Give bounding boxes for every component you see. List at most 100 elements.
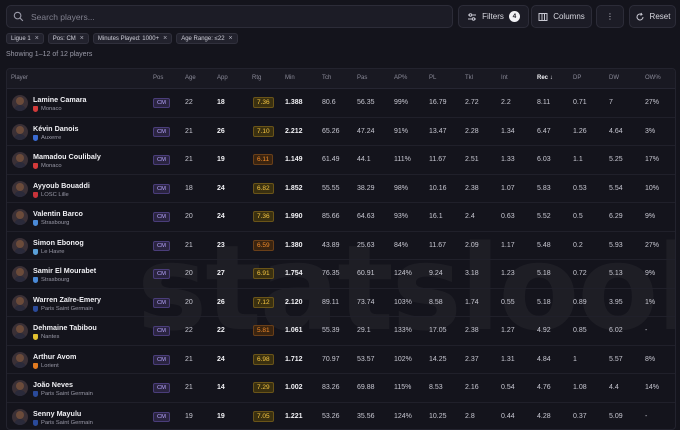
table-row[interactable]: Valentin Barco Strasbourg CM 7.36 20 24 1.990 8…: [7, 203, 675, 232]
close-icon[interactable]: ×: [163, 35, 167, 42]
player-name[interactable]: Senny Mayulu: [33, 409, 81, 418]
table-row[interactable]: Kévin Danois Auxerre CM 7.10 21 26 2.212 65.26 4…: [7, 118, 675, 146]
cell-app: 27: [217, 270, 225, 277]
header-pos[interactable]: Pos: [153, 75, 163, 81]
chip-label: Age Range: ≤22: [181, 35, 225, 42]
reset-icon: [636, 12, 644, 20]
club-name: Le Havre: [41, 248, 65, 255]
search-box[interactable]: [6, 5, 453, 28]
table-row[interactable]: Mamadou Coulibaly Monaco CM 6.11 21 19 1.149 61…: [7, 146, 675, 175]
player-avatar: [12, 323, 28, 339]
table-row[interactable]: Samir El Mourabet Strasbourg CM 6.91 20 27 1.7…: [7, 260, 675, 289]
player-club: Strasbourg: [33, 220, 69, 226]
filter-chip-position[interactable]: Pos: CM ×: [47, 33, 89, 44]
cell-ow: 10%: [645, 184, 660, 192]
header-player[interactable]: Player: [11, 75, 28, 81]
header-ow[interactable]: OW%: [645, 75, 661, 81]
cell-dp: 1.26: [573, 127, 587, 135]
player-club: LOSC Lille: [33, 191, 69, 198]
club-name: Nantes: [41, 334, 60, 340]
columns-button[interactable]: Columns: [531, 5, 592, 28]
chip-label: Minutes Played: 1000+: [97, 35, 160, 42]
header-dw[interactable]: DW: [609, 75, 619, 81]
cell-ap: 84%: [394, 241, 409, 249]
player-name[interactable]: Samir El Mourabet: [33, 266, 96, 275]
player-name[interactable]: João Neves: [33, 380, 73, 389]
cell-pl: 13.47: [429, 127, 447, 135]
search-input[interactable]: [31, 11, 431, 22]
cell-pl: 10.16: [429, 184, 447, 192]
cell-rec: 4.76: [537, 384, 551, 391]
player-name[interactable]: Ayyoub Bouaddi: [33, 181, 90, 190]
player-name[interactable]: Dehmaine Tabibou: [33, 323, 97, 332]
sort-desc-icon: ↓: [549, 75, 553, 81]
header-pl[interactable]: PL: [429, 75, 436, 81]
header-ap[interactable]: AP%: [394, 75, 407, 81]
cell-dw: 5.57: [609, 355, 623, 363]
table-row[interactable]: Lamine Camara Monaco CM 7.36 22 18 1.388 80.6 56…: [7, 89, 675, 118]
player-name[interactable]: Warren Zaïre-Emery: [33, 295, 101, 304]
header-rtg[interactable]: Rtg: [252, 75, 261, 81]
rating-badge: 7.10: [253, 125, 274, 137]
cell-ow: 27%: [645, 99, 660, 106]
cell-pas: 29.1: [357, 327, 371, 334]
results-count: Showing 1–12 of 12 players: [6, 51, 93, 58]
cell-ap: 99%: [394, 99, 409, 106]
player-name[interactable]: Kévin Danois: [33, 124, 79, 133]
table-row[interactable]: Ayyoub Bouaddi LOSC Lille CM 6.82 18 24 1.852 5…: [7, 175, 675, 203]
cell-ow: 9%: [645, 270, 656, 277]
header-rec[interactable]: Rec ↓: [537, 75, 553, 81]
more-options-button[interactable]: ⋮: [596, 5, 624, 28]
table-row[interactable]: João Neves Paris Saint Germain CM 7.29 21 14 1…: [7, 374, 675, 403]
filter-chip-minutes[interactable]: Minutes Played: 1000+ ×: [92, 33, 173, 44]
table-row[interactable]: Dehmaine Tabibou Nantes CM 5.81 22 22 1.061 55.…: [7, 317, 675, 346]
player-name[interactable]: Arthur Avom: [33, 352, 76, 361]
player-name[interactable]: Mamadou Coulibaly: [33, 152, 101, 161]
close-icon[interactable]: ×: [229, 35, 233, 42]
cell-tkl: 2.09: [465, 241, 479, 249]
cell-rec: 4.84: [537, 355, 551, 363]
cell-int: 0.55: [501, 298, 515, 306]
cell-ap: 115%: [394, 384, 412, 391]
cell-int: 2.2: [501, 99, 511, 106]
columns-label: Columns: [553, 12, 585, 21]
cell-tkl: 2.28: [465, 127, 479, 135]
header-min[interactable]: Min: [285, 75, 295, 81]
player-name[interactable]: Lamine Camara: [33, 95, 87, 104]
club-name: Monaco: [41, 163, 62, 169]
filter-chip-age[interactable]: Age Range: ≤22 ×: [176, 33, 238, 44]
reset-button[interactable]: Reset: [629, 5, 676, 28]
cell-pas: 38.29: [357, 184, 375, 192]
cell-tkl: 1.74: [465, 298, 479, 306]
filter-chip-league[interactable]: Ligue 1 ×: [6, 33, 44, 44]
header-dp[interactable]: DP: [573, 75, 581, 81]
header-pas[interactable]: Pas: [357, 75, 367, 81]
header-app[interactable]: App: [217, 75, 228, 81]
player-name[interactable]: Simon Ebonog: [33, 238, 84, 247]
cell-rec: 4.92: [537, 327, 551, 334]
cell-int: 1.07: [501, 184, 515, 192]
header-age[interactable]: Age: [185, 75, 196, 81]
cell-pl: 8.53: [429, 384, 443, 391]
table-row[interactable]: Arthur Avom Lorient CM 6.98 21 24 1.712 70.97 53…: [7, 346, 675, 374]
cell-dp: 0.85: [573, 327, 587, 334]
cell-tch: 53.26: [322, 412, 340, 420]
close-icon[interactable]: ×: [35, 35, 39, 42]
table-row[interactable]: Warren Zaïre-Emery Paris Saint Germain CM 7…: [7, 289, 675, 317]
cell-app: 26: [217, 298, 225, 306]
club-name: LOSC Lille: [41, 191, 69, 198]
cell-rec: 5.83: [537, 184, 551, 192]
cell-min: 1.061: [285, 327, 303, 334]
header-tch[interactable]: Tch: [322, 75, 331, 81]
cell-age: 18: [185, 184, 193, 192]
filters-button[interactable]: Filters 4: [458, 5, 529, 28]
club-crest-icon: [33, 334, 38, 340]
header-tkl[interactable]: Tkl: [465, 75, 473, 81]
table-row[interactable]: Simon Ebonog Le Havre CM 6.59 21 23 1.380 43.89…: [7, 232, 675, 260]
header-int[interactable]: Int: [501, 75, 508, 81]
cell-age: 21: [185, 384, 193, 391]
cell-age: 21: [185, 156, 193, 163]
player-name[interactable]: Valentin Barco: [33, 209, 83, 218]
close-icon[interactable]: ×: [80, 35, 84, 42]
table-row[interactable]: Senny Mayulu Paris Saint Germain CM 7.05 19 1…: [7, 403, 675, 430]
